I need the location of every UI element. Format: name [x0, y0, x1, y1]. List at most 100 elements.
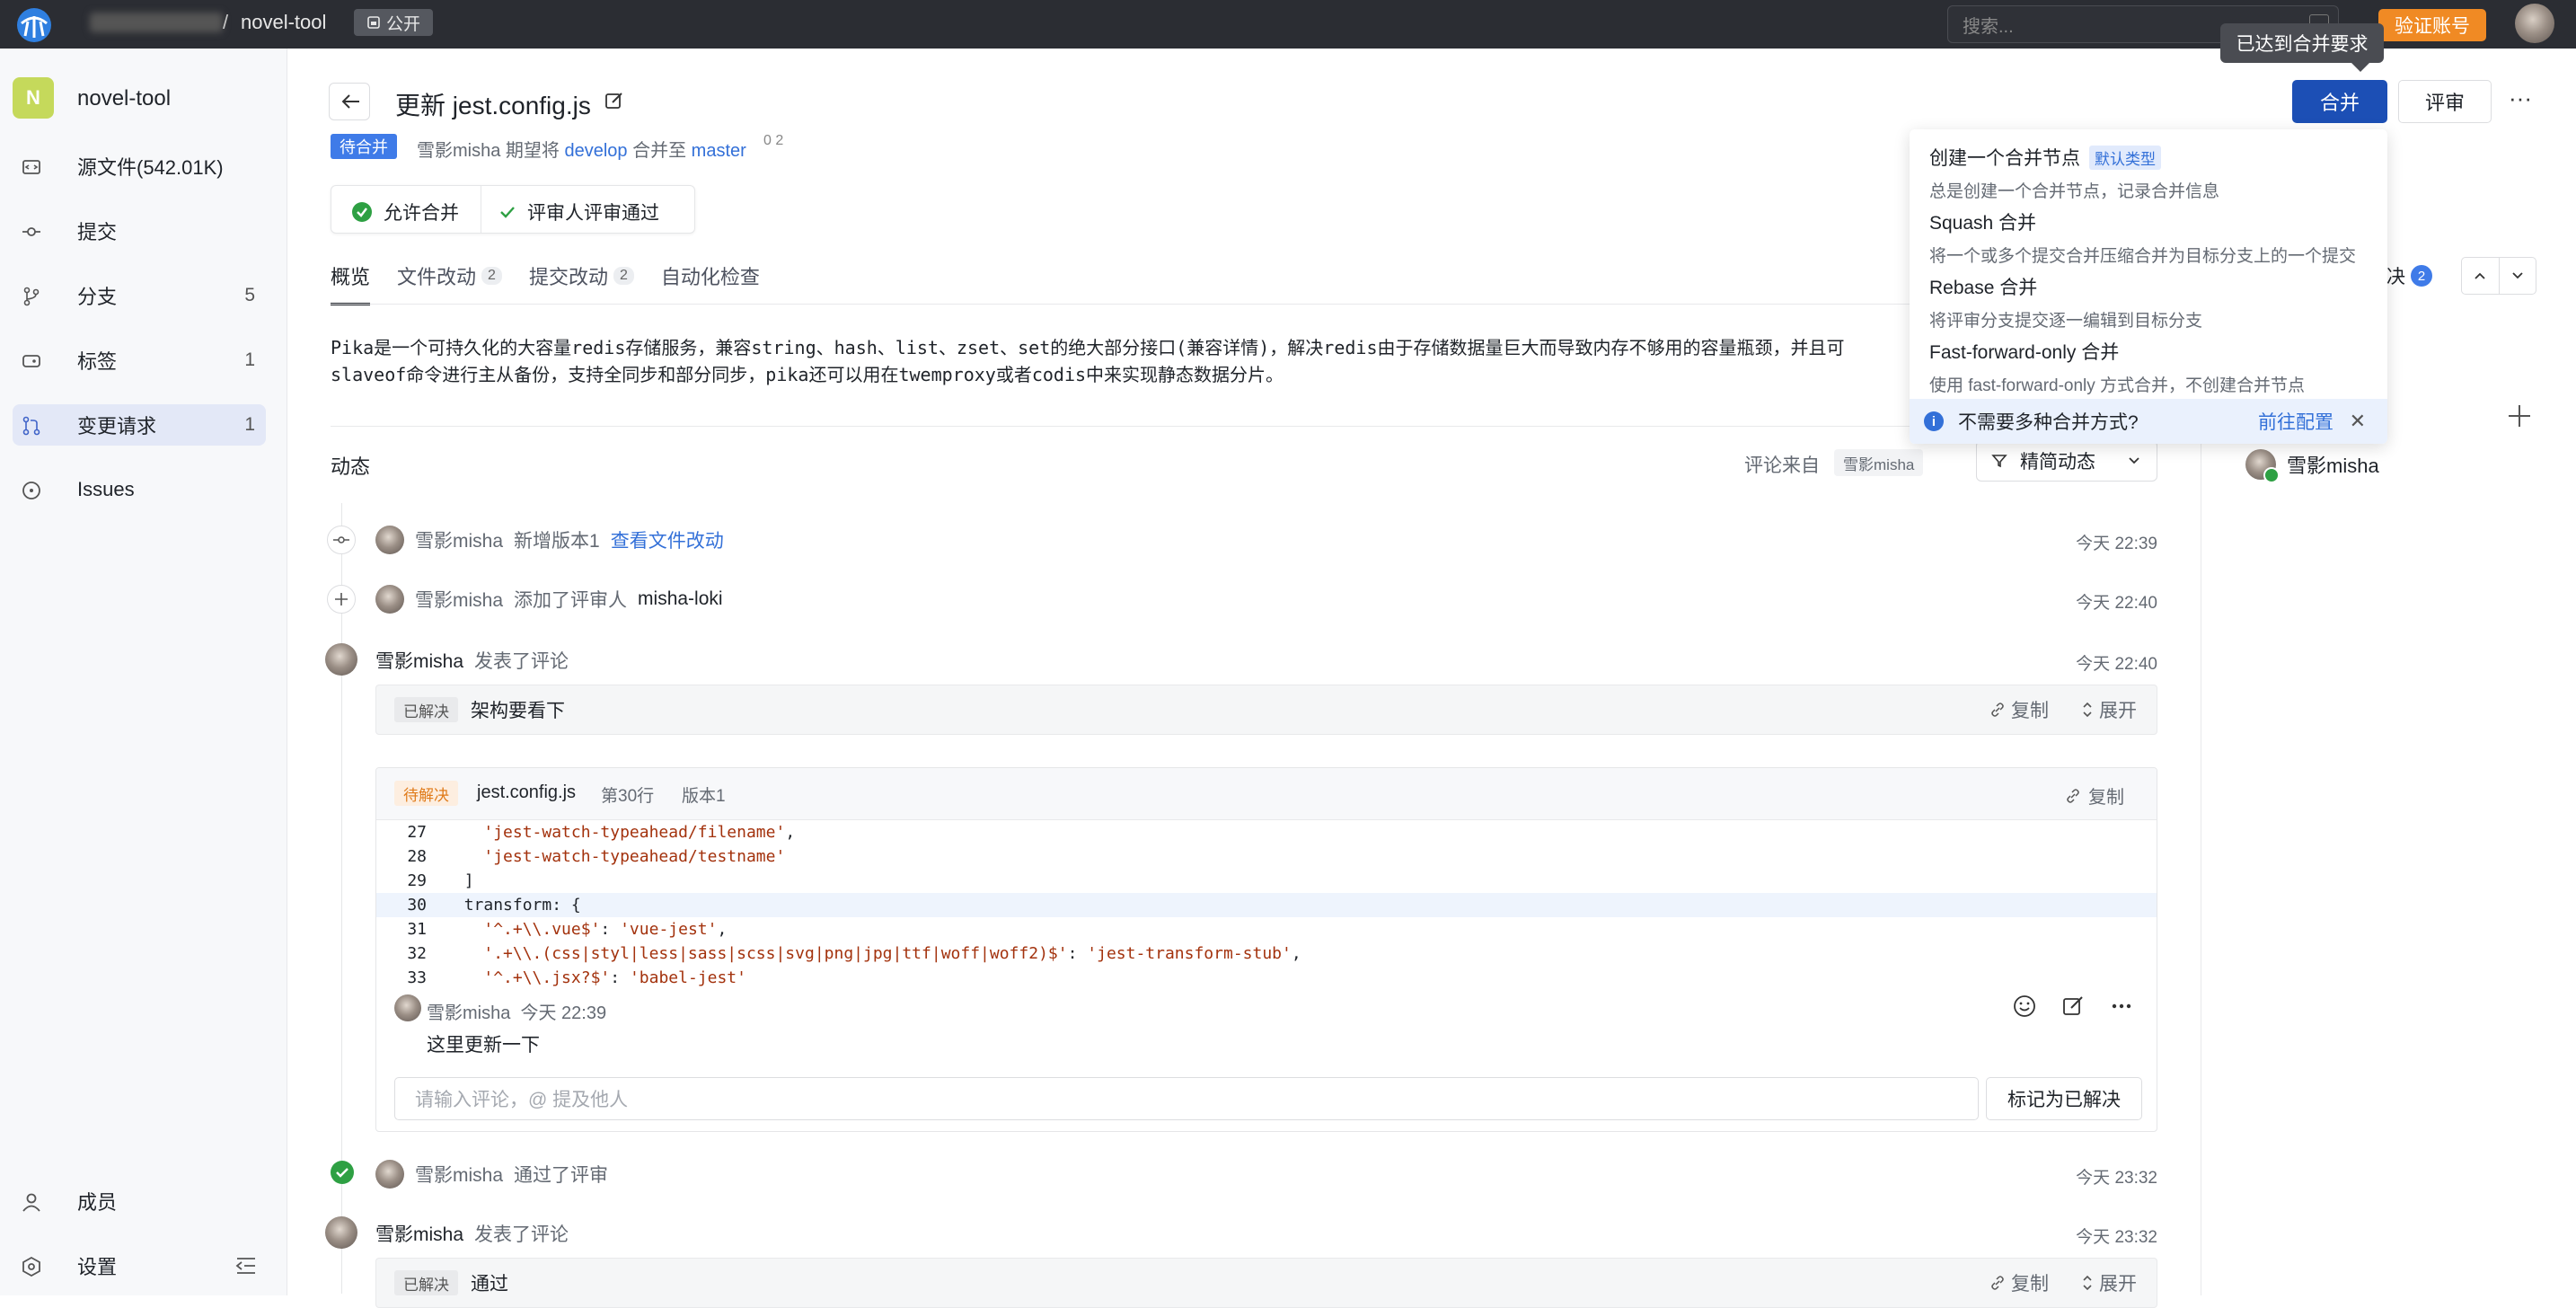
- link-icon: [1991, 1276, 2004, 1290]
- resolved-comment: 已解决 通过 复制 展开: [375, 1258, 2157, 1308]
- visibility-badge: 公开: [354, 9, 434, 36]
- chevron-down-icon: [2129, 457, 2139, 464]
- copy-link-button[interactable]: 复制: [2065, 782, 2124, 809]
- merge-option-merge-commit[interactable]: 创建一个合并节点 默认类型 总是创建一个合并节点，记录合并信息: [1929, 144, 2378, 202]
- commit-icon: [22, 227, 40, 236]
- code-line: 32 '.+\\.(css|styl|less|sass|scss|svg|pn…: [407, 944, 1301, 963]
- project-name[interactable]: novel-tool: [77, 86, 171, 111]
- sidebar-item-issues[interactable]: Issues: [13, 469, 266, 510]
- issue-icon: [22, 482, 40, 499]
- merge-option-squash[interactable]: Squash 合并 将一个或多个提交合并压缩合并为目标分支上的一个提交: [1929, 208, 2378, 267]
- target-branch-link[interactable]: master: [692, 141, 746, 161]
- link-icon: [2067, 788, 2079, 803]
- default-badge: 默认类型: [2089, 145, 2161, 170]
- org-name-blurred: [90, 13, 223, 32]
- go-to-settings-link[interactable]: 前往配置: [2258, 408, 2333, 435]
- code-line: 28 'jest-watch-typeahead/testname': [407, 847, 786, 866]
- avatar: [375, 585, 404, 614]
- user-avatar[interactable]: [2515, 4, 2554, 43]
- avatar: [394, 994, 421, 1021]
- approved-icon: [331, 1161, 354, 1184]
- page-title: 更新 jest.config.js: [395, 92, 591, 119]
- view-file-changes-link[interactable]: 查看文件改动: [611, 526, 724, 553]
- avatar: [375, 1160, 404, 1189]
- collapse-sidebar-icon[interactable]: [235, 1257, 257, 1275]
- arrow-left-icon: [341, 94, 359, 109]
- lock-icon: [367, 16, 380, 29]
- sidebar-item-settings[interactable]: 设置: [13, 1245, 266, 1286]
- source-branch-link[interactable]: develop: [564, 141, 627, 161]
- tab-commits[interactable]: 提交改动 2: [529, 261, 634, 304]
- timestamp: 今天 22:40: [2076, 655, 2157, 674]
- expand-icon: [2083, 702, 2092, 718]
- add-event-icon: [327, 585, 356, 614]
- filter-icon: [1991, 455, 2007, 468]
- code-line: 33 '^.+\\.jsx?$': 'babel-jest': [407, 968, 746, 987]
- merge-method-dropdown: 创建一个合并节点 默认类型 总是创建一个合并节点，记录合并信息 Squash 合并…: [1910, 129, 2387, 444]
- next-comment-button[interactable]: [2498, 258, 2536, 294]
- comment-input[interactable]: 请输入评论，@ 提及他人: [394, 1077, 1979, 1120]
- sidebar-item-merge-requests[interactable]: 变更请求 1: [13, 404, 266, 446]
- copy-link-button[interactable]: 复制: [1989, 1269, 2049, 1296]
- expand-button[interactable]: 展开: [2081, 1269, 2137, 1296]
- review-button[interactable]: 评审: [2398, 80, 2492, 123]
- timeline-event: 雪影misha 新增版本1 查看文件改动: [375, 525, 724, 555]
- expand-icon: [2083, 1275, 2092, 1291]
- verify-account-button[interactable]: 验证账号: [2378, 9, 2486, 41]
- copy-link-button[interactable]: 复制: [1989, 696, 2049, 723]
- activity-filter-select[interactable]: 精简动态: [1976, 440, 2157, 482]
- code-line-highlighted: 30 transform: {: [376, 893, 2157, 917]
- file-name[interactable]: jest.config.js: [477, 782, 576, 803]
- timestamp: 今天 23:32: [2076, 1169, 2157, 1188]
- back-button[interactable]: [329, 83, 370, 120]
- code-card-header: 待解决 jest.config.js 第30行 版本1 复制: [376, 768, 2157, 820]
- tab-file-changes[interactable]: 文件改动 2: [397, 261, 502, 304]
- merge-option-fast-forward[interactable]: Fast-forward-only 合并 使用 fast-forward-onl…: [1929, 338, 2378, 396]
- merge-option-rebase[interactable]: Rebase 合并 将评审分支提交逐一编辑到目标分支: [1929, 273, 2378, 331]
- check-review-passed[interactable]: 评审人评审通过: [498, 199, 659, 225]
- avatar: [325, 1216, 357, 1249]
- edit-icon[interactable]: [604, 90, 625, 111]
- resolved-comment: 已解决 架构要看下 复制 展开: [375, 685, 2157, 735]
- sidebar-item-members[interactable]: 成员: [13, 1180, 266, 1222]
- breadcrumb-repo[interactable]: novel-tool: [241, 11, 326, 34]
- merge-button[interactable]: 合并: [2292, 80, 2387, 123]
- add-reviewer-icon[interactable]: [2506, 402, 2533, 429]
- check-icon: [500, 207, 515, 218]
- resolved-badge: 已解决: [394, 1270, 458, 1295]
- more-icon[interactable]: [2110, 994, 2133, 1018]
- sidebar-item-commits[interactable]: 提交: [13, 210, 266, 252]
- sidebar-item-branches[interactable]: 分支 5: [13, 275, 266, 316]
- edit-icon[interactable]: [2061, 994, 2085, 1018]
- tab-overview[interactable]: 概览: [331, 261, 371, 305]
- close-icon[interactable]: ✕: [2350, 410, 2366, 433]
- merge-request-icon: [22, 416, 40, 436]
- approved-icon: [2263, 467, 2280, 483]
- mr-description: 雪影misha 期望将 develop 合并至 master: [417, 141, 746, 161]
- merge-checks: 允许合并 评审人评审通过: [331, 185, 695, 234]
- mark-resolved-button[interactable]: 标记为已解决: [1986, 1077, 2142, 1120]
- settings-icon: [22, 1257, 40, 1277]
- avatar: [375, 526, 404, 554]
- check-allow-merge[interactable]: 允许合并: [351, 199, 459, 225]
- comment-navigator: [2461, 257, 2536, 295]
- code-comment-card: 待解决 jest.config.js 第30行 版本1 复制 27 'jest-…: [375, 767, 2157, 1132]
- timeline-event: 雪影misha 添加了评审人 misha-loki: [375, 584, 723, 614]
- timestamp: 今天 22:39: [2076, 535, 2157, 553]
- timeline-event: 雪影misha 通过了评审: [375, 1159, 608, 1189]
- sidebar-item-tags[interactable]: 标签 1: [13, 340, 266, 381]
- unresolved-badge: 待解决: [394, 781, 458, 806]
- avatar: [325, 643, 357, 676]
- comment-from-filter[interactable]: 雪影misha: [1834, 449, 1924, 476]
- more-actions-button[interactable]: ···: [2502, 84, 2538, 120]
- tab-ci-checks[interactable]: 自动化检查: [661, 261, 760, 304]
- sidebar-item-source[interactable]: 源文件(542.01K): [13, 146, 266, 187]
- tab-bar: 概览 文件改动 2 提交改动 2 自动化检查: [331, 261, 787, 305]
- code-line: 31 '^.+\\.vue$': 'vue-jest',: [407, 920, 728, 939]
- expand-button[interactable]: 展开: [2081, 696, 2137, 723]
- previous-comment-button[interactable]: [2462, 258, 2499, 294]
- logo-icon[interactable]: [16, 7, 52, 43]
- emoji-icon[interactable]: [2013, 994, 2036, 1018]
- link-icon: [1991, 703, 2004, 717]
- check-circle-icon: [352, 202, 372, 222]
